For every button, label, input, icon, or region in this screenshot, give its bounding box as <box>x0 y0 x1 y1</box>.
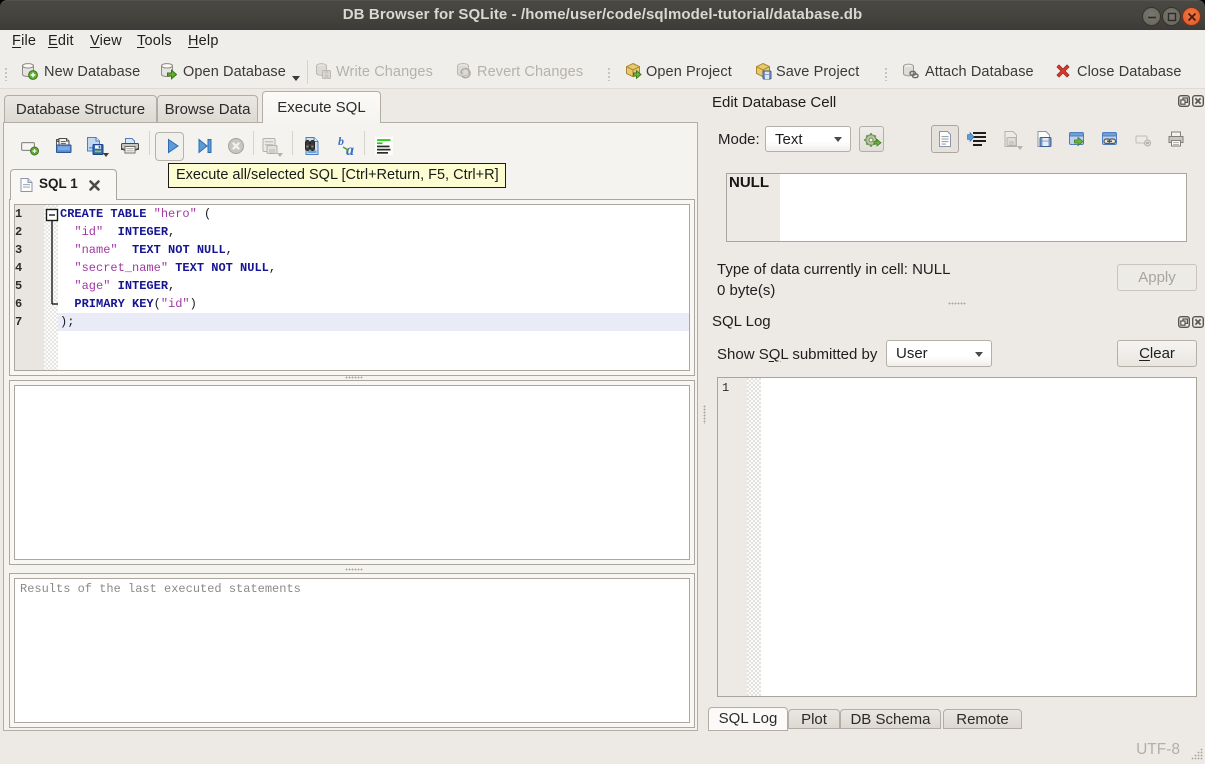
svg-text:b: b <box>338 135 344 148</box>
